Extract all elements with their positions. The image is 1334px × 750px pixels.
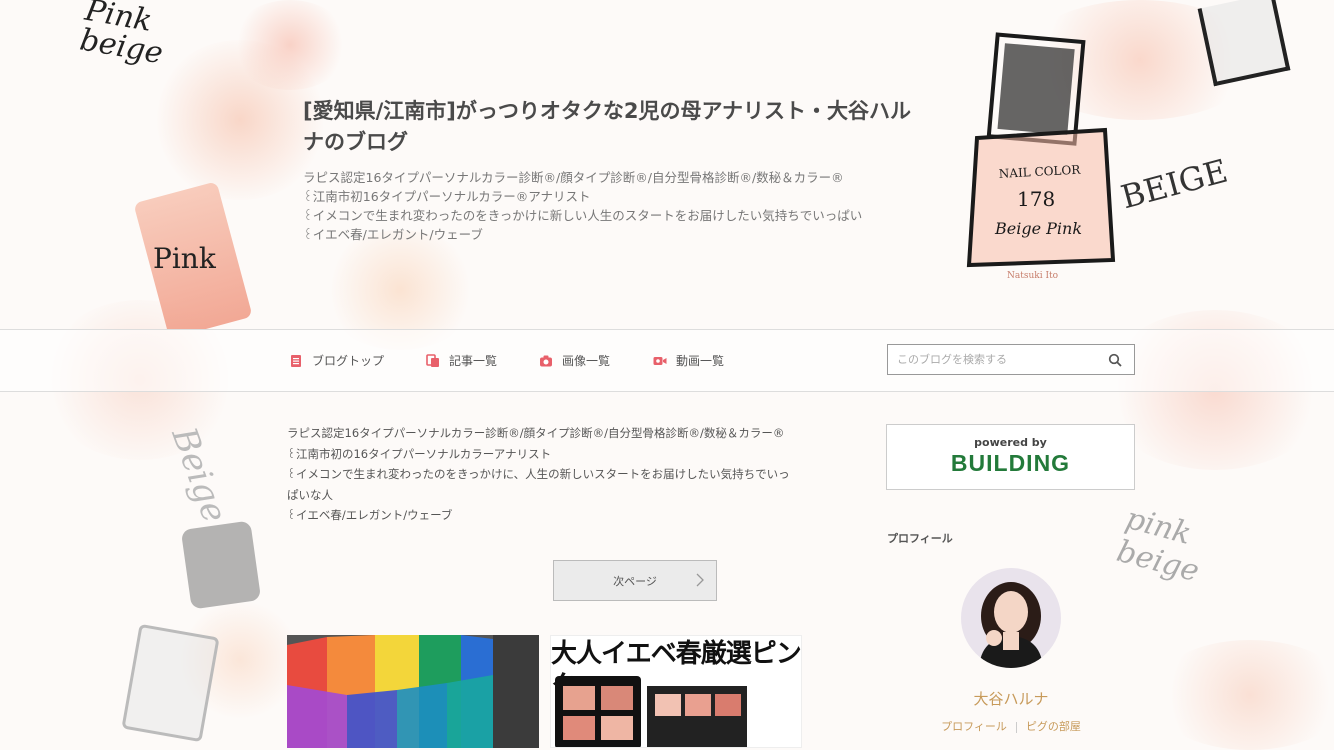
nav-label: ブログトップ <box>312 354 385 368</box>
next-page-button[interactable]: 次ページ <box>553 560 717 601</box>
banner-logo-text: BUILDING <box>950 450 1071 476</box>
nail-color-bottle-illustration: NAIL COLOR 178 Beige Pink Natsuki Ito <box>966 32 1116 281</box>
nav-label: 動画一覧 <box>676 354 725 368</box>
blog-nav-bar: ブログトップ 記事一覧 画像一覧 動画一覧 <box>0 329 1334 392</box>
small-bottle-illustration <box>1197 0 1291 87</box>
blog-description: ラピス認定16タイプパーソナルカラー診断®/顔タイプ診断®/自分型骨格診断®/数… <box>303 168 943 244</box>
intro-line: ラピス認定16タイプパーソナルカラー診断®/顔タイプ診断®/自分型骨格診断®/数… <box>287 426 785 440</box>
description-line: ꒰江南市初16タイプパーソナルカラー®アナリスト <box>303 189 591 204</box>
video-icon <box>653 356 667 365</box>
document-icon <box>291 354 301 367</box>
nav-label: 記事一覧 <box>449 354 498 368</box>
profile-photo <box>961 568 1061 668</box>
perfume-bottle-illustration <box>121 623 220 743</box>
profile-name[interactable]: 大谷ハルナ <box>886 688 1136 709</box>
eyeshadow-palette-image <box>647 686 747 747</box>
nav-blog-top[interactable]: ブログトップ <box>289 352 384 369</box>
watercolor-flower-decoration <box>1150 640 1334 750</box>
description-line: ꒰イメコンで生まれ変わったのをきっかけに新しい人生のスタートをお届けしたい気持ち… <box>303 208 863 223</box>
chevron-right-icon <box>696 573 704 587</box>
pink-script-text: Pink <box>153 242 216 275</box>
intro-line: ꒰江南市初の16タイプパーソナルカラーアナリスト <box>287 446 552 461</box>
profile-link[interactable]: プロフィール <box>941 720 1007 733</box>
nav-label: 画像一覧 <box>562 354 611 368</box>
camera-icon <box>540 355 552 366</box>
intro-line: ꒰イメコンで生まれ変わったのをきっかけに、人生の新しいスタートをお届けしたい気持… <box>287 467 790 481</box>
article-thumbnail[interactable]: 大人イエベ春厳選ピンク <box>550 635 802 748</box>
link-divider <box>1015 721 1017 733</box>
search-input[interactable] <box>888 345 1111 374</box>
blog-intro-text: ラピス認定16タイプパーソナルカラー診断®/顔タイプ診断®/自分型骨格診断®/数… <box>287 423 807 526</box>
building-banner[interactable]: powered by BUILDING <box>886 424 1135 490</box>
profile-heading: プロフィール <box>887 532 953 545</box>
artist-signature: Natsuki Ito <box>1007 271 1058 281</box>
pigg-room-link[interactable]: ピグの部屋 <box>1026 720 1081 733</box>
blog-header: Pink beige Pink [愛知県/江南市]がっつりオタクな2児の母アナリ… <box>0 0 1334 329</box>
next-page-label: 次ページ <box>613 574 657 588</box>
avatar[interactable] <box>961 568 1061 668</box>
description-line: ラピス認定16タイプパーソナルカラー診断®/顔タイプ診断®/自分型骨格診断®/数… <box>303 170 844 185</box>
pink-beige-sidebar-script: pink beige <box>1113 500 1203 590</box>
article-thumbnail[interactable] <box>287 635 539 748</box>
profile-links: プロフィール ピグの部屋 <box>886 718 1136 734</box>
perfume-bottle-illustration <box>180 520 262 610</box>
intro-line: ぱいな人 <box>287 487 333 502</box>
banner-sub-text: powered by <box>974 436 1047 449</box>
description-line: ꒰イエベ春/エレガント/ウェーブ <box>303 227 483 242</box>
blog-title[interactable]: [愛知県/江南市]がっつりオタクな2児の母アナリスト・大谷ハルナのブログ <box>303 96 923 158</box>
color-swatch-image <box>287 635 539 748</box>
copy-icon <box>426 353 439 367</box>
nav-video-list[interactable]: 動画一覧 <box>653 352 724 369</box>
beige-vertical-script-text: Beige <box>163 422 235 528</box>
pink-beige-script-text: Pink beige <box>77 0 166 72</box>
blog-search-box <box>887 344 1135 375</box>
nav-image-list[interactable]: 画像一覧 <box>539 352 610 369</box>
nav-article-list[interactable]: 記事一覧 <box>426 352 497 369</box>
nail-label-name: Beige Pink <box>994 219 1082 238</box>
nail-label-number: 178 <box>1017 187 1055 211</box>
search-icon[interactable] <box>1108 353 1122 367</box>
eyeshadow-palette-image <box>555 676 641 747</box>
intro-line: ꒰イエベ春/エレガント/ウェーブ <box>287 508 453 522</box>
